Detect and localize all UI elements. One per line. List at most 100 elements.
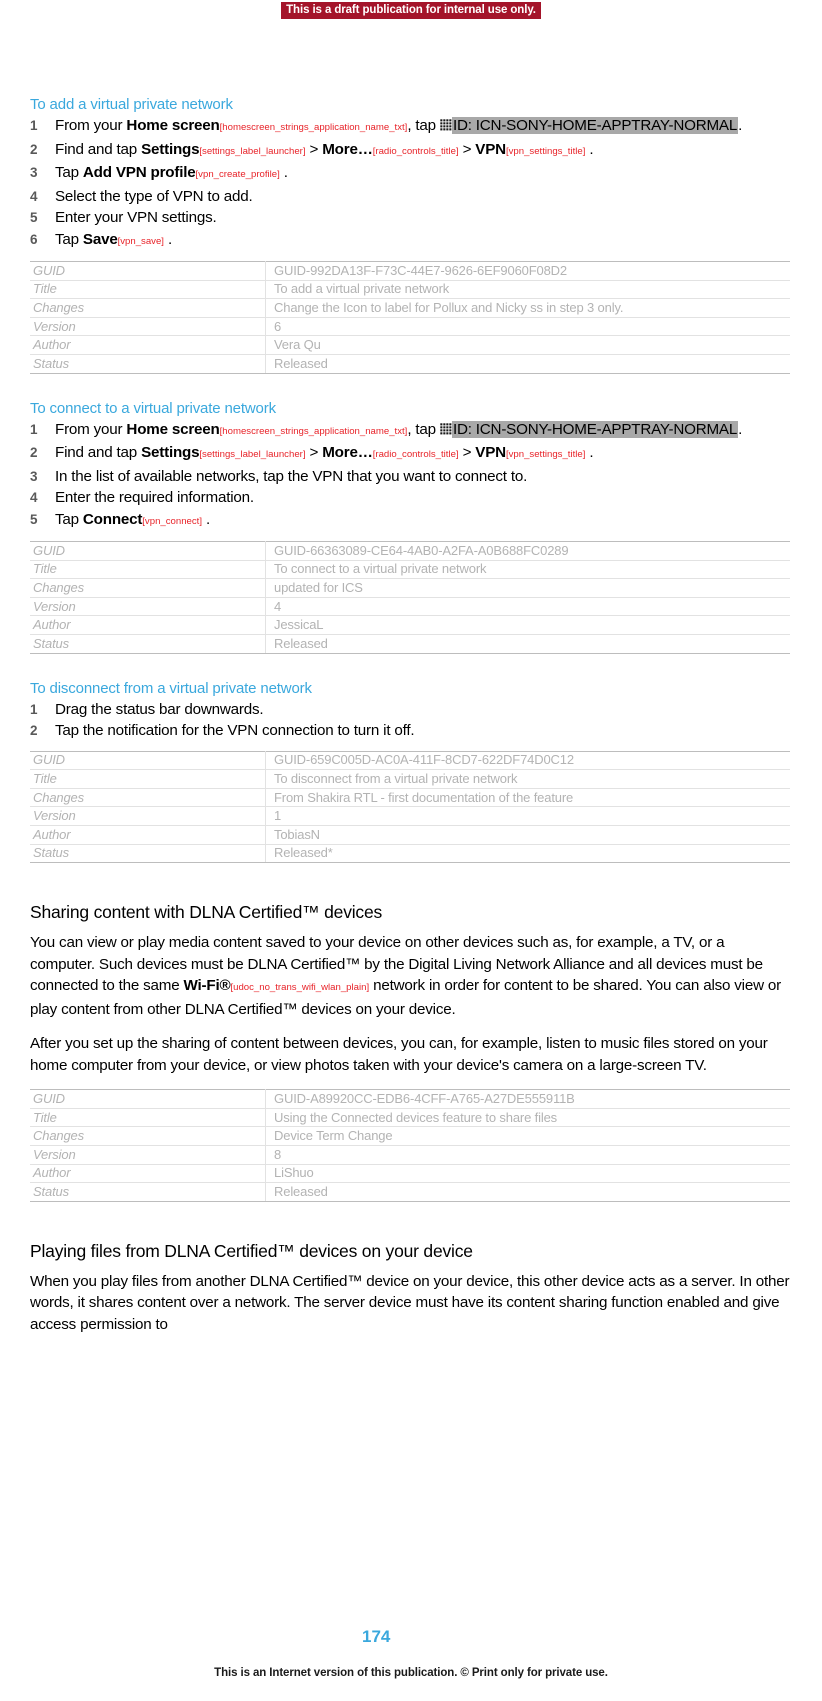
metadata-table: GUID GUID-992DA13F-F73C-44E7-9626-6EF9060… [30,261,790,374]
string-id-tag: [vpn_save] [117,235,164,247]
text-run: Find and tap [55,140,142,158]
table-row: Author JessicaL [30,615,790,636]
metadata-value: JessicaL [265,615,790,636]
ui-term: More… [322,140,373,158]
text-run: . [585,140,594,158]
metadata-value: GUID-659C005D-AC0A-411F-8CD7-622DF74D0C1… [265,750,790,771]
string-id-tag: [settings_label_launcher] [199,449,306,461]
table-row: Status Released [30,353,790,374]
procedure-heading: To disconnect from a virtual private net… [30,679,312,697]
procedure-steps: From your Home screen[homescreen_strings… [30,419,790,533]
metadata-value: GUID-992DA13F-F73C-44E7-9626-6EF9060F08D… [265,261,790,281]
table-row: Version 8 [30,1144,790,1165]
text-run: In the list of available networks, tap t… [55,467,528,485]
metadata-value: 8 [265,1144,790,1165]
table-row: Author TobiasN [30,825,790,845]
section-paragraph: You can view or play media content saved… [30,932,790,1020]
metadata-value: Released [265,634,790,654]
ui-term: Add VPN profile [82,164,196,181]
procedure-steps: Drag the status bar downwards. Tap the no… [30,699,790,742]
ui-term: Settings [141,444,200,462]
footer-notice: This is an Internet version of this publ… [214,1667,608,1679]
text-run: > [305,444,323,462]
procedure-steps: From your Home screen[homescreen_strings… [30,115,790,252]
table-row: Title To disconnect from a virtual privat… [30,769,790,789]
document-page: This is a draft publication for internal… [0,0,822,1701]
text-run: Tap [55,230,83,248]
procedure-step: From your Home screen[homescreen_strings… [30,115,790,139]
table-row: Status Released [30,634,790,654]
table-row: Title To connect to a virtual private net… [30,559,790,580]
ui-term: More… [322,444,373,462]
text-run: > [458,444,476,462]
metadata-label: Status [30,353,266,374]
procedure-step: Tap the notification for the VPN connect… [30,720,790,742]
metadata-value: Released [265,353,790,374]
table-row: Title To add a virtual private network [30,279,790,300]
metadata-table: GUID GUID-66363089-CE64-4AB0-A2FA-A0B688F… [30,541,790,654]
string-id-tag: [vpn_settings_title] [505,449,586,461]
page-number: 174 [362,1627,391,1646]
procedure-step: Tap Connect[vpn_connect] . [30,509,790,533]
metadata-label: Version [30,596,266,617]
metadata-label: Version [30,806,266,826]
metadata-value: updated for ICS [265,578,790,598]
text-run: Enter the required information. [55,489,254,507]
text-run: Tap [55,510,83,528]
metadata-value: TobiasN [265,825,790,845]
section-paragraph: After you set up the sharing of content … [30,1035,768,1074]
string-id-tag: [homescreen_strings_application_name_txt… [219,425,408,437]
procedure-step: Select the type of VPN to add. [30,186,790,208]
text-run: . [202,510,211,528]
page-content: To add a virtual private network From yo… [30,96,790,1348]
metadata-label: GUID [30,261,266,281]
ui-term: Settings [141,140,200,158]
table-row: Changes updated for ICS [30,578,790,598]
text-run: From your [55,420,127,438]
metadata-value: 1 [265,806,790,826]
table-row: Changes Device Term Change [30,1126,790,1146]
icon-id-highlight: ID: ICN-SONY-HOME-APPTRAY-NORMAL [451,117,739,134]
metadata-label: GUID [30,541,266,561]
metadata-label: Title [30,559,266,580]
metadata-table: GUID GUID-659C005D-AC0A-411F-8CD7-622DF74… [30,750,790,864]
procedure-step: Enter your VPN settings. [30,207,790,229]
metadata-value: GUID-66363089-CE64-4AB0-A2FA-A0B688FC028… [265,541,790,561]
metadata-label: Changes [30,1126,266,1146]
string-id-tag: [vpn_create_profile] [195,169,280,180]
metadata-label: Title [30,279,266,300]
text-run: , tap [407,117,440,134]
section-dlna-sharing: Sharing content with DLNA Certified™ dev… [30,902,790,1202]
procedure-step: Find and tap Settings[settings_label_lau… [30,442,790,466]
metadata-value: 4 [265,596,790,617]
string-id-tag: [udoc_no_trans_wifi_wlan_plain] [230,982,370,994]
draft-notice-banner: This is a draft publication for internal… [281,2,541,19]
metadata-label: Title [30,1107,266,1128]
procedure-step: Tap Save[vpn_save] . [30,229,790,253]
metadata-value: Device Term Change [265,1126,790,1146]
draft-banner-container: This is a draft publication for internal… [0,0,822,19]
string-id-tag: [homescreen_strings_application_name_txt… [219,122,408,133]
section-playing-files: Playing files from DLNA Certified™ devic… [30,1241,790,1336]
ui-term: VPN [475,140,506,158]
text-run: > [305,140,323,158]
procedure-step: Tap Add VPN profile[vpn_create_profile] … [30,162,790,186]
metadata-label: Author [30,615,266,636]
metadata-label: Changes [30,298,266,318]
ui-term: Home screen [126,117,220,134]
metadata-label: Changes [30,578,266,598]
metadata-label: Title [30,769,266,789]
text-run: > [458,140,476,158]
text-run: Tap [55,164,83,181]
text-run: Tap the notification for the VPN connect… [55,722,415,740]
string-id-tag: [vpn_connect] [142,515,203,527]
procedure-step: From your Home screen[homescreen_strings… [30,419,790,443]
metadata-value: LiShuo [265,1163,790,1184]
table-row: Changes Change the Icon to label for Poll… [30,298,790,318]
table-row: Status Released [30,1182,790,1202]
metadata-value: Vera Qu [265,335,790,355]
metadata-value: To add a virtual private network [265,279,790,300]
metadata-value: Using the Connected devices feature to s… [265,1107,790,1128]
